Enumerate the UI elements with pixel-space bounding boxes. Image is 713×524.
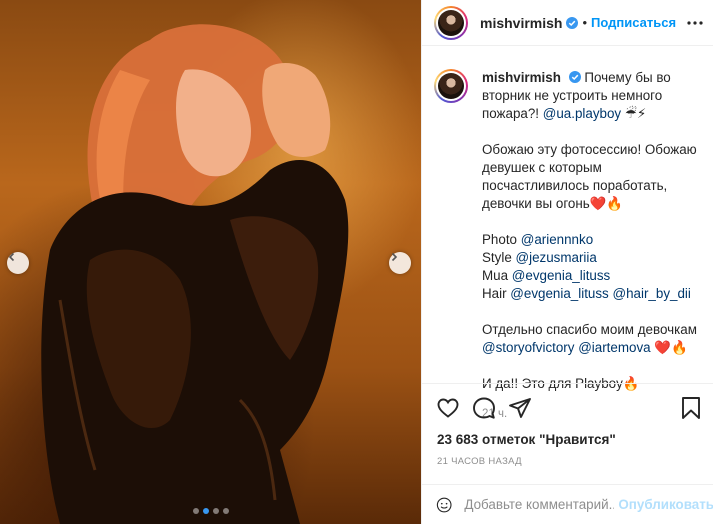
caption-area: mishvirmish Почему бы во вторник не устр… — [422, 47, 713, 420]
bookmark-icon[interactable] — [680, 396, 702, 420]
chevron-left-icon — [8, 252, 15, 262]
emoji-icon[interactable] — [436, 493, 452, 517]
credit-photo: Photo @ariennnko — [482, 232, 594, 247]
caption-avatar[interactable] — [434, 69, 468, 103]
mention-link[interactable]: @iartemova — [578, 340, 650, 355]
carousel-dot-active — [202, 508, 209, 514]
likes-count[interactable]: 23 683 отметок "Нравится" — [437, 432, 616, 447]
caption-text: mishvirmish Почему бы во вторник не устр… — [482, 69, 702, 393]
photo-illustration — [41, 24, 349, 524]
caption-emoji: ☔⚡ — [624, 106, 647, 121]
avatar-image — [438, 9, 464, 36]
comment-bar: Опубликовать — [422, 484, 713, 524]
mention-link[interactable]: @hair_by_dii — [613, 286, 691, 301]
mention-link[interactable]: @ua.playboy — [543, 106, 621, 121]
mention-link[interactable]: @storyofvictory — [482, 340, 574, 355]
carousel-dot — [192, 508, 199, 514]
carousel-dot — [222, 508, 229, 514]
mention-link[interactable]: @jezusmariia — [516, 250, 597, 265]
username-link[interactable]: mishvirmish — [480, 15, 562, 31]
chevron-right-icon — [391, 252, 398, 262]
avatar-image — [438, 73, 464, 99]
post-header: mishvirmish • Подписаться — [422, 0, 713, 46]
follow-button[interactable]: Подписаться — [591, 15, 676, 30]
credit-style: Style @jezusmariia — [482, 250, 597, 265]
more-options-icon[interactable] — [686, 14, 704, 32]
mention-link[interactable]: @evgenia_lituss — [510, 286, 608, 301]
credit-mua: Mua @evgenia_lituss — [482, 268, 611, 283]
mention-link[interactable]: @ariennnko — [521, 232, 593, 247]
post-photo[interactable] — [0, 0, 421, 524]
carousel-dot — [212, 508, 219, 514]
caption-emoji: ❤️🔥 — [654, 340, 688, 355]
carousel-indicator — [0, 508, 421, 514]
mention-link[interactable]: @evgenia_lituss — [512, 268, 610, 283]
post-timestamp[interactable]: 21 ЧАСОВ НАЗАД — [437, 456, 522, 467]
avatar[interactable] — [434, 5, 468, 40]
share-icon[interactable] — [508, 396, 532, 420]
post-side-panel: mishvirmish • Подписаться mishvirmish По… — [421, 0, 713, 524]
comment-input[interactable] — [464, 497, 615, 512]
carousel-next-button[interactable] — [389, 252, 411, 274]
verified-badge-icon — [568, 71, 581, 83]
verified-badge-icon — [566, 16, 579, 29]
credit-hair: Hair @evgenia_lituss @hair_by_dii — [482, 286, 691, 301]
post-actions — [422, 383, 713, 431]
separator-dot: • — [582, 15, 588, 30]
caption-paragraph-4: Отдельно спасибо моим девочкам — [482, 322, 697, 337]
caption-emoji: ❤️🔥 — [589, 196, 624, 211]
publish-button[interactable]: Опубликовать — [618, 497, 713, 512]
heart-icon[interactable] — [436, 396, 460, 420]
comment-icon[interactable] — [472, 396, 496, 420]
carousel-prev-button[interactable] — [7, 252, 29, 274]
caption-username[interactable]: mishvirmish — [482, 70, 561, 85]
